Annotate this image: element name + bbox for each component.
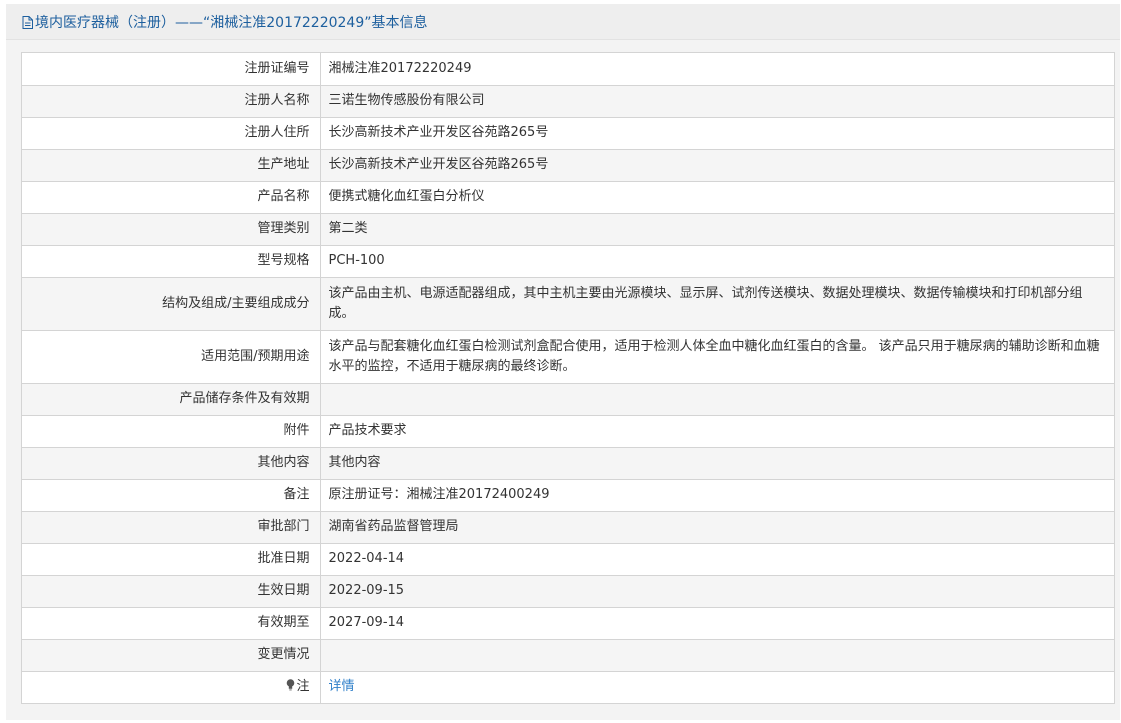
table-row-intended-use: 适用范围/预期用途 该产品与配套糖化血红蛋白检测试剂盒配合使用，适用于检测人体全… (22, 330, 1114, 384)
row-label: 适用范围/预期用途 (22, 330, 321, 384)
row-label: 生产地址 (22, 149, 321, 182)
row-label: 注册人住所 (22, 117, 321, 150)
row-label: 批准日期 (22, 543, 321, 576)
row-value: PCH-100 (320, 245, 1114, 278)
table-row-approval-dept: 审批部门 湖南省药品监督管理局 (22, 511, 1114, 544)
page-title: 境内医疗器械（注册）——“湘械注准20172220249”基本信息 (22, 14, 427, 32)
details-link[interactable]: 详情 (329, 679, 355, 694)
table-row-expiry-date: 有效期至 2027-09-14 (22, 607, 1114, 640)
row-value: 其他内容 (320, 447, 1114, 480)
table-row-registrant-name: 注册人名称 三诺生物传感股份有限公司 (22, 85, 1114, 118)
table-row-model-spec: 型号规格 PCH-100 (22, 245, 1114, 278)
table-row-registration-no: 注册证编号 湘械注准20172220249 (22, 53, 1114, 86)
row-value: 2022-04-14 (320, 543, 1114, 576)
row-label: 审批部门 (22, 511, 321, 544)
row-label: 型号规格 (22, 245, 321, 278)
table-row-production-address: 生产地址 长沙高新技术产业开发区谷苑路265号 (22, 149, 1114, 182)
row-value: 产品技术要求 (320, 415, 1114, 448)
row-label: 注册人名称 (22, 85, 321, 118)
row-value: 原注册证号：湘械注准20172400249 (320, 479, 1114, 512)
table-row-registrant-address: 注册人住所 长沙高新技术产业开发区谷苑路265号 (22, 117, 1114, 150)
note-label: 注 (296, 679, 310, 695)
row-value (320, 639, 1114, 672)
table-row-changes: 变更情况 (22, 639, 1114, 672)
row-label: 产品名称 (22, 181, 321, 214)
row-value: 湖南省药品监督管理局 (320, 511, 1114, 544)
table-row-management-class: 管理类别 第二类 (22, 213, 1114, 246)
row-label: 备注 (22, 479, 321, 512)
row-label: 其他内容 (22, 447, 321, 480)
row-label: 附件 (22, 415, 321, 448)
row-value: 详情 (320, 671, 1114, 703)
row-value: 三诺生物传感股份有限公司 (320, 85, 1114, 118)
detail-panel: 境内医疗器械（注册）——“湘械注准20172220249”基本信息 注册证编号 … (6, 4, 1120, 720)
lightbulb-icon (287, 679, 295, 691)
row-value: 该产品与配套糖化血红蛋白检测试剂盒配合使用，适用于检测人体全血中糖化血红蛋白的含… (320, 330, 1114, 384)
row-label: 生效日期 (22, 575, 321, 608)
row-label: 产品储存条件及有效期 (22, 383, 321, 416)
row-label: 注册证编号 (22, 53, 321, 86)
panel-header: 境内医疗器械（注册）——“湘械注准20172220249”基本信息 (6, 4, 1120, 40)
table-row-approval-date: 批准日期 2022-04-14 (22, 543, 1114, 576)
table-row-effective-date: 生效日期 2022-09-15 (22, 575, 1114, 608)
row-label: 管理类别 (22, 213, 321, 246)
table-row-remarks: 备注 原注册证号：湘械注准20172400249 (22, 479, 1114, 512)
row-value: 湘械注准20172220249 (320, 53, 1114, 86)
row-label: 变更情况 (22, 639, 321, 672)
row-label: 有效期至 (22, 607, 321, 640)
row-value: 长沙高新技术产业开发区谷苑路265号 (320, 149, 1114, 182)
row-value: 便携式糖化血红蛋白分析仪 (320, 181, 1114, 214)
info-table-container: 注册证编号 湘械注准20172220249 注册人名称 三诺生物传感股份有限公司… (21, 52, 1115, 704)
table-row-other: 其他内容 其他内容 (22, 447, 1114, 480)
row-label-note: 注 (22, 671, 321, 703)
table-row-structure: 结构及组成/主要组成成分 该产品由主机、电源适配器组成，其中主机主要由光源模块、… (22, 277, 1114, 331)
row-value: 2022-09-15 (320, 575, 1114, 608)
row-value: 长沙高新技术产业开发区谷苑路265号 (320, 117, 1114, 150)
table-row-note: 注 详情 (22, 671, 1114, 703)
info-table: 注册证编号 湘械注准20172220249 注册人名称 三诺生物传感股份有限公司… (22, 53, 1114, 703)
table-row-attachment: 附件 产品技术要求 (22, 415, 1114, 448)
document-icon (22, 16, 33, 29)
row-value: 2027-09-14 (320, 607, 1114, 640)
page-title-text: 境内医疗器械（注册）——“湘械注准20172220249”基本信息 (35, 15, 428, 31)
row-label: 结构及组成/主要组成成分 (22, 277, 321, 331)
row-value (320, 383, 1114, 416)
table-row-product-name: 产品名称 便携式糖化血红蛋白分析仪 (22, 181, 1114, 214)
table-row-storage: 产品储存条件及有效期 (22, 383, 1114, 416)
row-value: 该产品由主机、电源适配器组成，其中主机主要由光源模块、显示屏、试剂传送模块、数据… (320, 277, 1114, 331)
row-value: 第二类 (320, 213, 1114, 246)
